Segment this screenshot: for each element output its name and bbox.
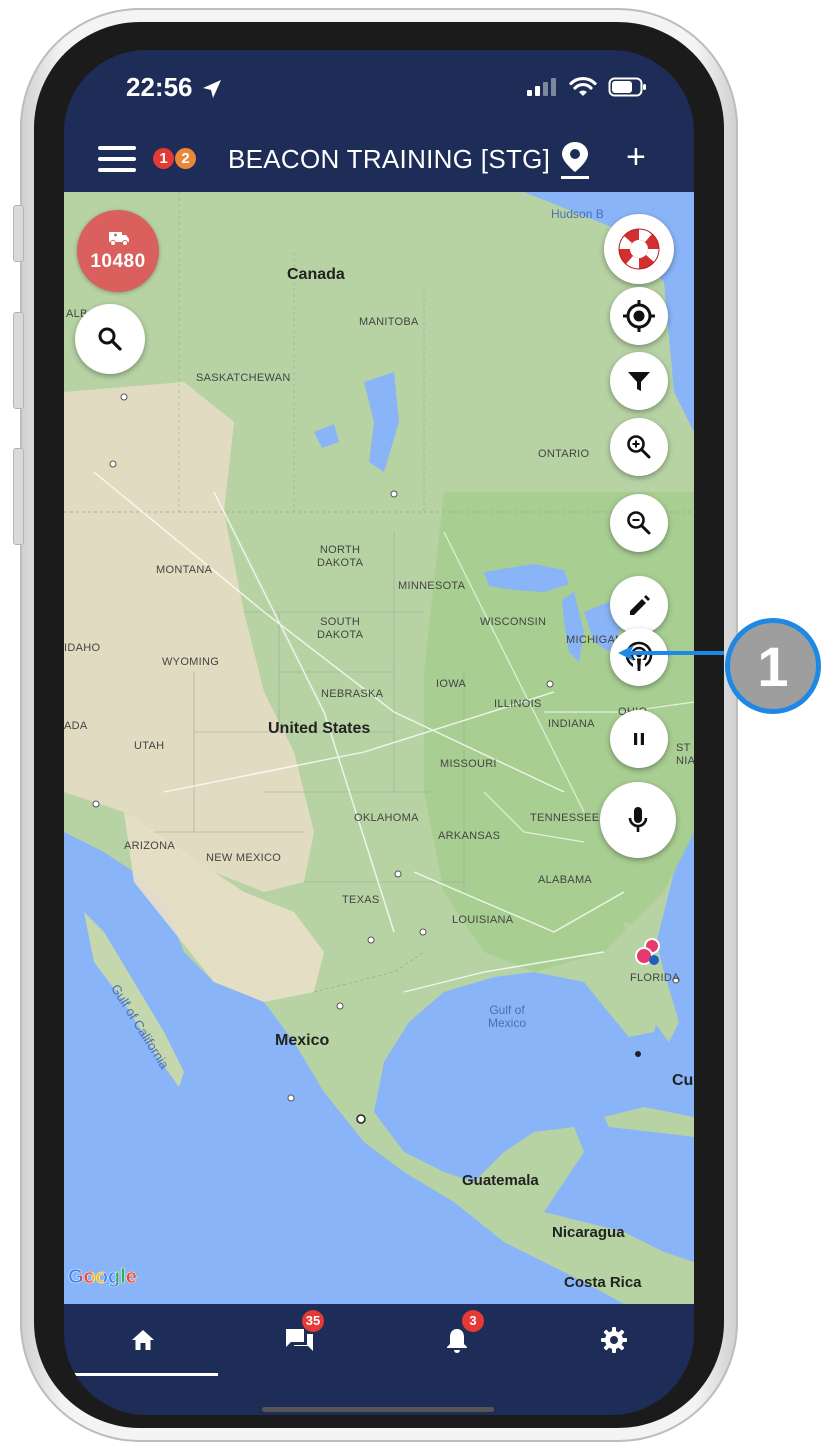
callout-arrowhead-icon — [618, 645, 634, 661]
map-label-new-mexico: NEW MEXICO — [206, 852, 282, 864]
map-label-texas: TEXAS — [342, 894, 380, 906]
map-label-nicaragua: Nicaragua — [552, 1224, 625, 1241]
alert-badge-red[interactable]: 1 — [153, 148, 174, 169]
map-label-arkansas: ARKANSAS — [438, 830, 501, 842]
page-title: BEACON TRAINING [STG] — [228, 144, 551, 174]
signal-icon — [527, 78, 556, 96]
status-bar: 22:56 — [64, 50, 694, 126]
map-label-wisconsin: WISCONSIN — [480, 616, 547, 628]
crosshair-icon — [623, 300, 655, 332]
nav-messages[interactable]: 35 — [221, 1304, 378, 1376]
microphone-button[interactable] — [600, 782, 676, 858]
zoom-out-button[interactable] — [610, 494, 668, 552]
map-label-nebraska: NEBRASKA — [321, 688, 384, 700]
map-label-louisiana: LOUISIANA — [452, 914, 514, 926]
notifications-badge: 3 — [462, 1310, 484, 1332]
messages-badge: 35 — [302, 1310, 324, 1332]
google-logo: Google — [68, 1266, 137, 1289]
map-label-missouri: MISSOURI — [440, 758, 497, 770]
map-label-north-dakota: NORTH DAKOTA — [317, 544, 364, 569]
incident-count: 10480 — [90, 251, 146, 272]
status-icons — [526, 76, 648, 98]
pause-button[interactable] — [610, 710, 668, 768]
map-view[interactable]: Hudson B Canada MANITOBA SASKATCHEWAN AL… — [64, 192, 694, 1304]
map-label-ontario: ONTARIO — [538, 448, 590, 460]
app-header: 1 2 BEACON TRAINING [STG] + — [64, 126, 694, 192]
map-label-illinois: ILLINOIS — [494, 698, 542, 710]
active-tab-indicator — [64, 1373, 218, 1376]
map-label-mexico: Mexico — [275, 1032, 330, 1049]
lifebuoy-icon — [618, 228, 660, 270]
search-button[interactable] — [75, 304, 145, 374]
wifi-icon — [569, 76, 597, 96]
map-label-iowa: IOWA — [436, 678, 467, 690]
zoom-in-button[interactable] — [610, 418, 668, 476]
phone-volume-down — [13, 448, 24, 545]
map-label-utah: UTAH — [134, 740, 165, 752]
map-label-oklahoma: OKLAHOMA — [354, 812, 419, 824]
callout-pointer-line — [626, 651, 724, 655]
incident-count-button[interactable]: 10480 — [77, 210, 159, 292]
home-indicator[interactable] — [262, 1407, 494, 1412]
map-label-wyoming: WYOMING — [162, 656, 220, 668]
map-label-idaho: IDAHO — [64, 642, 101, 654]
battery-icon — [608, 77, 646, 97]
microphone-icon — [628, 807, 648, 832]
map-label-guatemala: Guatemala — [462, 1172, 539, 1189]
filter-button[interactable] — [610, 352, 668, 410]
map-label-united-states: United States — [268, 720, 371, 737]
phone-mute-switch — [13, 205, 24, 262]
phone-screen: 22:56 1 2 BEACON TRAINING [STG] + Hudson… — [64, 50, 694, 1415]
map-label-hudson-bay: Hudson B — [551, 207, 604, 221]
zoom-in-icon — [627, 435, 651, 459]
add-icon[interactable]: + — [626, 140, 646, 174]
callout-number-badge: 1 — [725, 618, 821, 714]
nav-home[interactable] — [64, 1304, 221, 1376]
map-label-east-state: ST NIA — [676, 742, 694, 767]
map-label-montana: MONTANA — [156, 564, 213, 576]
menu-icon[interactable] — [98, 146, 136, 172]
my-location-button[interactable] — [610, 287, 668, 345]
zoom-out-icon — [627, 511, 651, 535]
gear-icon — [600, 1327, 627, 1353]
map-label-gulf-of-mexico: Gulf of Mexico — [488, 1003, 527, 1030]
map-label-indiana: INDIANA — [548, 718, 595, 730]
nav-settings[interactable] — [535, 1304, 692, 1376]
map-label-cuba: Cu — [672, 1072, 694, 1089]
map-label-minnesota: MINNESOTA — [398, 580, 466, 592]
map-label-manitoba: MANITOBA — [359, 316, 419, 328]
map-pin-icon[interactable] — [558, 140, 592, 180]
map-label-alabama: ALABAMA — [538, 874, 593, 886]
nav-notifications[interactable]: 3 — [378, 1304, 535, 1376]
search-icon — [98, 327, 122, 351]
map-label-florida: FLORIDA — [630, 972, 680, 984]
edit-button[interactable] — [610, 576, 668, 634]
map-label-costa-rica: Costa Rica — [564, 1274, 642, 1291]
map-label-canada: Canada — [287, 266, 345, 283]
map-label-nevada: ADA — [64, 720, 88, 732]
location-arrow-icon — [203, 80, 221, 98]
map-label-saskatchewan: SASKATCHEWAN — [196, 372, 291, 384]
bell-icon — [446, 1329, 467, 1353]
pencil-icon — [630, 595, 650, 615]
alert-badge-orange[interactable]: 2 — [175, 148, 196, 169]
phone-volume-up — [13, 312, 24, 409]
map-label-tennessee: TENNESSEE — [530, 812, 600, 824]
map-label-arizona: ARIZONA — [124, 840, 175, 852]
filter-icon — [628, 372, 650, 391]
bottom-nav: 35 3 — [64, 1304, 694, 1376]
pause-icon — [634, 733, 644, 745]
ambulance-icon — [109, 232, 129, 246]
map-label-south-dakota: SOUTH DAKOTA — [317, 616, 364, 641]
status-time: 22:56 — [126, 72, 193, 102]
emergency-button[interactable] — [604, 214, 674, 284]
home-icon — [131, 1330, 154, 1350]
